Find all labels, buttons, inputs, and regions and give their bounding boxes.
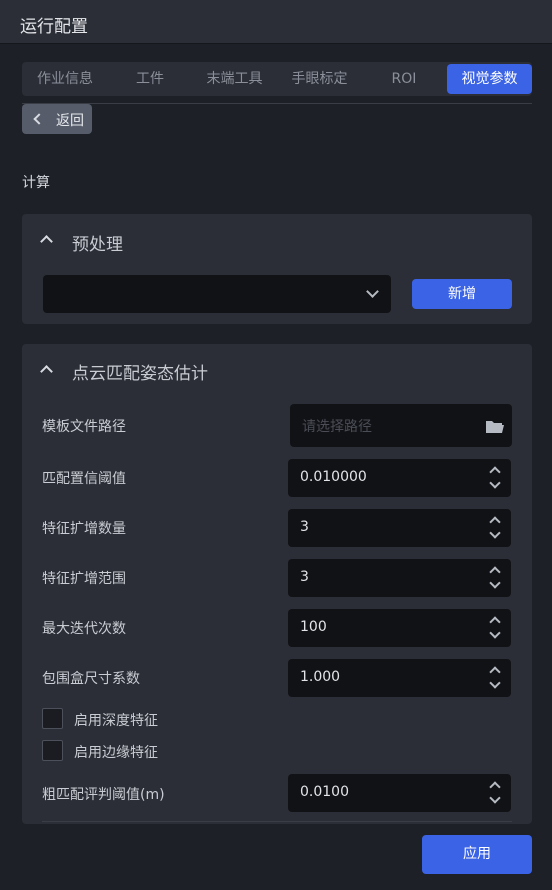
edge-feature-label[interactable]: 启用边缘特征	[74, 742, 158, 762]
decrement-icon[interactable]	[489, 477, 501, 489]
divider	[42, 821, 512, 822]
coarse-threshold-input[interactable]: 0.0100	[288, 774, 511, 812]
chevron-down-icon	[366, 285, 379, 298]
template-path-label: 模板文件路径	[42, 419, 126, 435]
coarse-threshold-value: 0.0100	[300, 784, 349, 800]
bbox-scale-value: 1.000	[300, 669, 341, 685]
max-iterations-label: 最大迭代次数	[42, 621, 126, 637]
match-confidence-value: 0.010000	[300, 469, 367, 485]
depth-feature-checkbox[interactable]	[42, 708, 63, 729]
back-button-label: 返回	[56, 113, 84, 129]
tab-workpiece[interactable]: 工件	[108, 62, 192, 96]
feature-augment-range-value: 3	[300, 569, 309, 585]
feature-augment-count-label: 特征扩增数量	[42, 521, 126, 537]
template-path-input[interactable]: 请选择路径	[290, 404, 512, 447]
tab-divider	[22, 103, 532, 104]
back-button[interactable]: 返回	[22, 104, 92, 134]
edge-feature-checkbox[interactable]	[42, 740, 63, 761]
max-iterations-value: 100	[300, 619, 327, 635]
section-label: 计算	[22, 175, 50, 191]
max-iterations-input[interactable]: 100	[288, 609, 511, 647]
increment-icon[interactable]	[489, 566, 501, 578]
tab-job-info[interactable]: 作业信息	[22, 62, 108, 96]
tab-bar: 作业信息 工件 末端工具 手眼标定 ROI 视觉参数	[22, 62, 532, 96]
increment-icon[interactable]	[489, 781, 501, 793]
feature-augment-count-value: 3	[300, 519, 309, 535]
tab-end-tool[interactable]: 末端工具	[192, 62, 277, 96]
template-path-placeholder: 请选择路径	[302, 419, 372, 435]
pose-estimation-panel: 点云匹配姿态估计 模板文件路径 请选择路径 匹配置信阈值 0.010000 特征…	[22, 344, 532, 824]
feature-augment-range-input[interactable]: 3	[288, 559, 511, 597]
tab-roi[interactable]: ROI	[362, 62, 446, 96]
folder-icon[interactable]	[486, 420, 504, 433]
preprocess-select[interactable]	[43, 275, 391, 313]
chevron-left-icon	[33, 113, 45, 125]
coarse-threshold-label: 粗匹配评判阈值(m)	[42, 787, 165, 803]
depth-feature-label[interactable]: 启用深度特征	[74, 710, 158, 730]
decrement-icon[interactable]	[489, 527, 501, 539]
increment-icon[interactable]	[489, 516, 501, 528]
bbox-scale-input[interactable]: 1.000	[288, 659, 511, 697]
preprocess-title[interactable]: 预处理	[72, 230, 123, 255]
window-title: 运行配置	[20, 17, 88, 37]
preprocess-panel: 预处理 新增	[22, 214, 532, 324]
decrement-icon[interactable]	[489, 792, 501, 804]
chevron-up-icon[interactable]	[40, 235, 53, 248]
title-bar: 运行配置	[0, 0, 552, 44]
increment-icon[interactable]	[489, 466, 501, 478]
match-confidence-label: 匹配置信阈值	[42, 471, 126, 487]
decrement-icon[interactable]	[489, 627, 501, 639]
feature-augment-range-label: 特征扩增范围	[42, 571, 126, 587]
decrement-icon[interactable]	[489, 677, 501, 689]
feature-augment-count-input[interactable]: 3	[288, 509, 511, 547]
increment-icon[interactable]	[489, 666, 501, 678]
match-confidence-input[interactable]: 0.010000	[288, 459, 511, 497]
tab-hand-eye[interactable]: 手眼标定	[277, 62, 362, 96]
increment-icon[interactable]	[489, 616, 501, 628]
apply-button[interactable]: 应用	[422, 835, 532, 874]
tab-vision-params[interactable]: 视觉参数	[447, 64, 532, 94]
bbox-scale-label: 包围盒尺寸系数	[42, 671, 140, 687]
pose-estimation-title[interactable]: 点云匹配姿态估计	[72, 359, 208, 384]
chevron-up-icon[interactable]	[40, 365, 53, 378]
add-button[interactable]: 新增	[412, 279, 512, 309]
decrement-icon[interactable]	[489, 577, 501, 589]
